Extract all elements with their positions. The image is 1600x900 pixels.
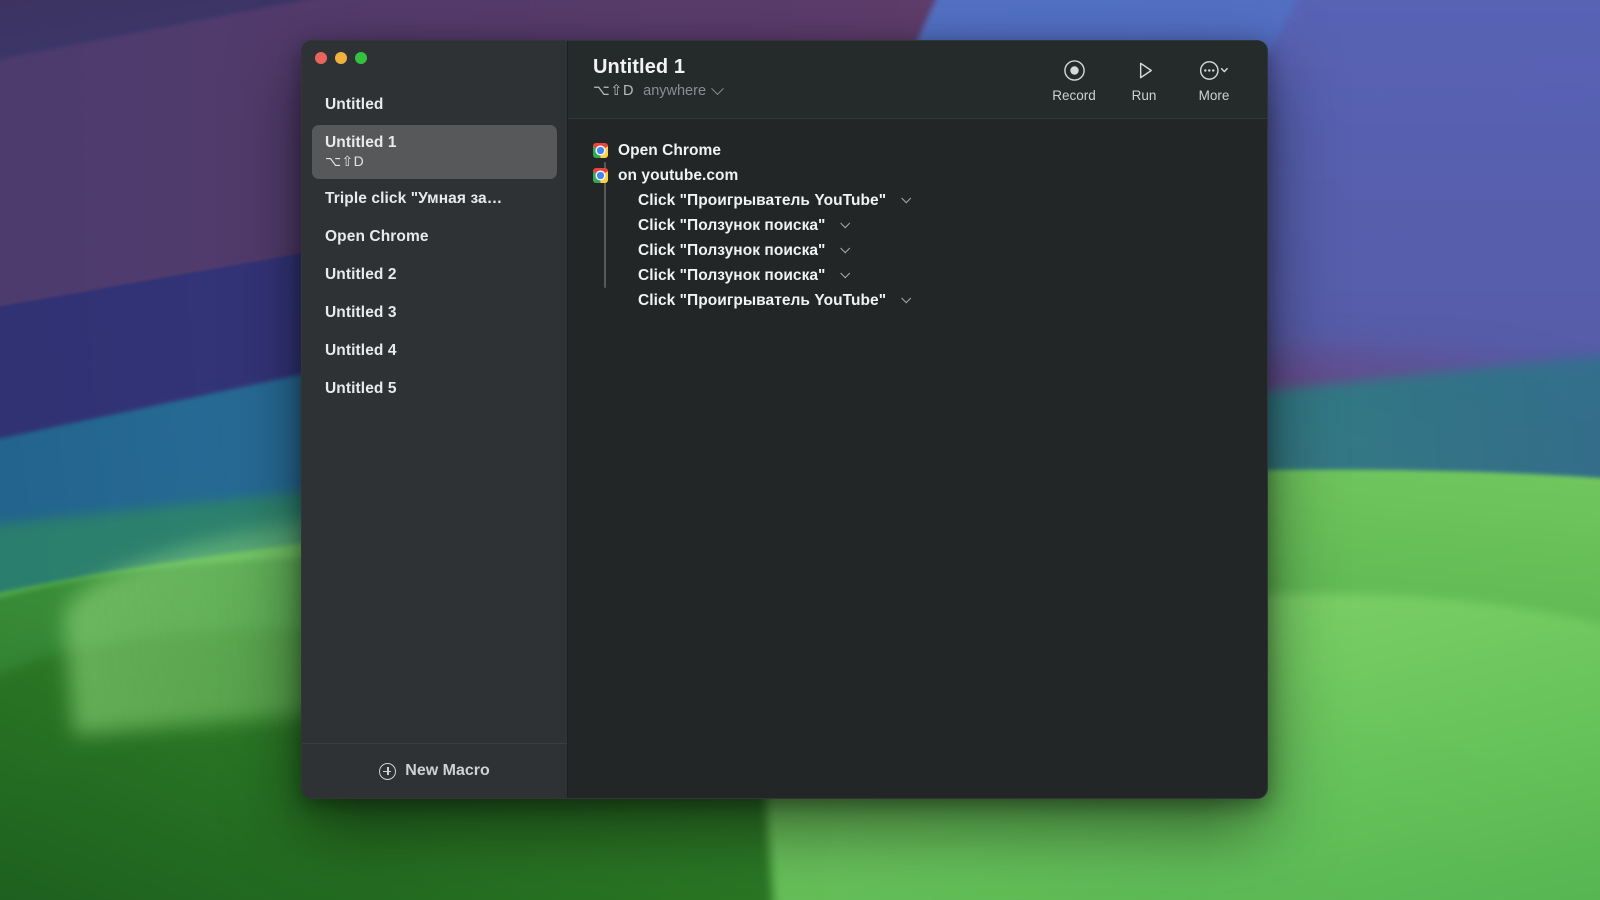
page-title: Untitled 1	[593, 56, 1039, 78]
action-label: on youtube.com	[618, 167, 738, 185]
macro-item-title: Untitled 2	[325, 266, 544, 284]
toolbar: Record Run	[1039, 56, 1249, 103]
macro-item-title: Triple click "Умная за…	[325, 190, 544, 208]
run-button[interactable]: Run	[1109, 58, 1179, 103]
chevron-down-icon	[711, 82, 724, 95]
window-controls	[302, 41, 567, 75]
macro-item-title: Untitled 1	[325, 134, 544, 152]
action-row[interactable]: Click "Ползунок поиска"	[568, 263, 1267, 288]
chrome-icon	[593, 143, 608, 158]
chevron-down-icon[interactable]	[901, 293, 911, 303]
run-label: Run	[1132, 88, 1157, 103]
play-icon	[1133, 58, 1156, 82]
sidebar: Untitled Untitled 1⌥⇧D Triple click "Умная…	[302, 41, 568, 798]
new-macro-label: New Macro	[405, 762, 489, 780]
macro-item-shortcut: ⌥⇧D	[325, 153, 544, 170]
action-label: Click "Ползунок поиска"	[638, 242, 825, 260]
macro-list-item[interactable]: Untitled 2	[312, 257, 557, 293]
macro-header: Untitled 1 ⌥⇧D anywhere	[568, 41, 1267, 119]
macro-list-item[interactable]: Untitled 4	[312, 333, 557, 369]
macro-list-item[interactable]: Open Chrome	[312, 219, 557, 255]
minimize-button[interactable]	[335, 52, 347, 64]
action-row[interactable]: Click "Проигрыватель YouTube"	[568, 288, 1267, 313]
more-button[interactable]: More	[1179, 58, 1249, 103]
action-row[interactable]: Click "Ползунок поиска"	[568, 213, 1267, 238]
action-label: Click "Ползунок поиска"	[638, 267, 825, 285]
macro-list: Untitled Untitled 1⌥⇧D Triple click "Умная…	[302, 75, 567, 743]
macro-subtitle: ⌥⇧D anywhere	[593, 83, 1039, 99]
macro-list-item[interactable]: Untitled 5	[312, 371, 557, 407]
app-window: UntitledUntitled 1⌥⇧DTriple click "Умная…	[301, 40, 1268, 799]
action-row[interactable]: Open Chrome	[568, 138, 1267, 163]
chevron-down-icon[interactable]	[841, 268, 851, 278]
action-row[interactable]: Click "Ползунок поиска"	[568, 238, 1267, 263]
action-row[interactable]: on youtube.com	[568, 163, 1267, 188]
more-label: More	[1199, 88, 1230, 103]
plus-circle-icon	[379, 763, 396, 780]
action-row[interactable]: Click "Проигрыватель YouTube"	[568, 188, 1267, 213]
macro-item-title: Untitled 4	[325, 342, 544, 360]
new-macro-button[interactable]: New Macro	[302, 743, 567, 798]
chevron-down-icon[interactable]	[841, 243, 851, 253]
action-label: Click "Проигрыватель YouTube"	[638, 192, 886, 210]
macro-shortcut[interactable]: ⌥⇧D	[593, 83, 634, 99]
macro-header-info: Untitled 1 ⌥⇧D anywhere	[593, 56, 1039, 99]
chevron-down-icon[interactable]	[841, 218, 851, 228]
zoom-button[interactable]	[355, 52, 367, 64]
record-icon	[1063, 58, 1086, 82]
record-label: Record	[1052, 88, 1096, 103]
macro-item-title: Untitled	[325, 96, 544, 114]
main-pane: Untitled 1 ⌥⇧D anywhere	[568, 41, 1267, 798]
macro-item-title: Untitled 3	[325, 304, 544, 322]
action-label: Open Chrome	[618, 142, 721, 160]
macro-scope-label: anywhere	[643, 83, 706, 99]
chevron-down-icon[interactable]	[901, 193, 911, 203]
record-button[interactable]: Record	[1039, 58, 1109, 103]
action-list: Open Chrome on youtube.com Click "Проигрыв…	[568, 119, 1267, 798]
close-button[interactable]	[315, 52, 327, 64]
action-label: Click "Проигрыватель YouTube"	[638, 292, 886, 310]
ellipsis-circle-icon	[1198, 58, 1230, 82]
macro-list-item[interactable]: Triple click "Умная за…	[312, 181, 557, 217]
action-label: Click "Ползунок поиска"	[638, 217, 825, 235]
macro-list-item[interactable]: Untitled	[312, 87, 557, 123]
macro-list-item[interactable]: Untitled 1⌥⇧D	[312, 125, 557, 179]
chrome-icon	[593, 168, 608, 183]
macro-list-item[interactable]: Untitled 3	[312, 295, 557, 331]
macro-scope-selector[interactable]: anywhere	[643, 83, 722, 99]
macro-item-title: Untitled 5	[325, 380, 544, 398]
macro-item-title: Open Chrome	[325, 228, 544, 246]
